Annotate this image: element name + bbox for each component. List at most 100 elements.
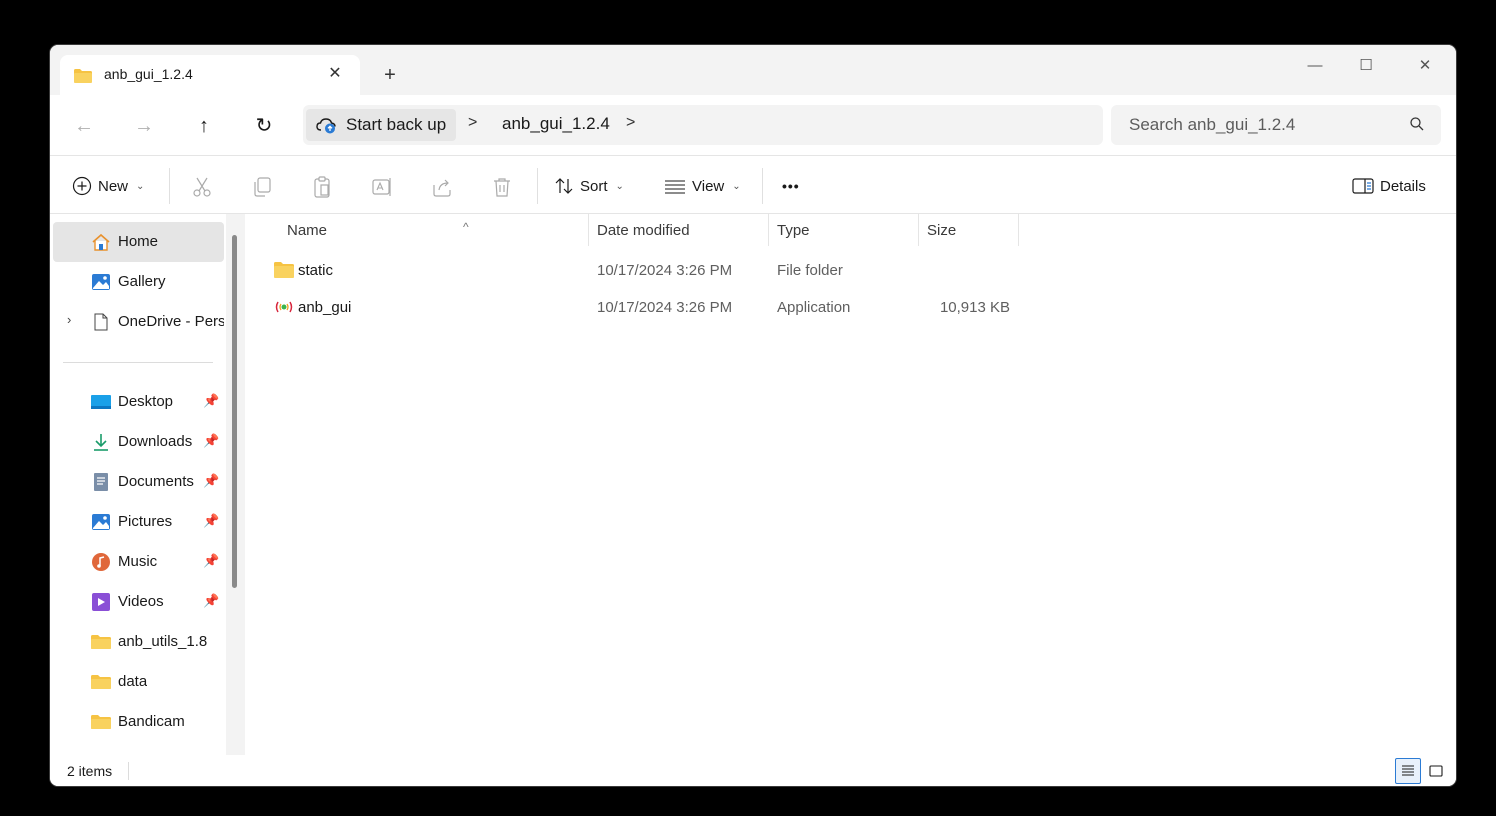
sidebar-item-label: Videos [118,593,164,610]
explorer-window: anb_gui_1.2.4 ✕ + — ☐ ✕ ← → ↑ ↻ Start ba… [50,45,1456,786]
file-type: Application [777,299,851,316]
search-input[interactable] [1111,105,1441,145]
delete-icon[interactable] [490,175,514,199]
details-label: Details [1380,177,1426,195]
column-header-label: Name [287,222,328,239]
back-button[interactable]: ← [69,111,99,141]
cloud-backup-icon [316,118,336,134]
sidebar-item-gallery[interactable]: Gallery [53,262,224,302]
breadcrumb-chevron[interactable]: > [468,114,477,132]
sidebar-item-label: Downloads [118,433,193,450]
start-back-up-label: Start back up [346,115,447,134]
sidebar-item-data[interactable]: data [53,662,224,702]
document-icon [94,313,108,331]
maximize-button[interactable]: ☐ [1343,51,1389,81]
copy-icon[interactable] [250,175,274,199]
column-header-name[interactable]: ^ Name [279,214,589,246]
chevron-down-icon: ⌄ [615,180,624,192]
view-label: View [692,177,725,195]
sidebar-item-home[interactable]: Home [53,222,224,262]
file-list: ^ Name Date modified Type Size static 10… [245,214,1456,755]
forward-button[interactable]: → [129,111,159,141]
column-header-label: Size [927,222,957,239]
minimize-button[interactable]: — [1292,51,1338,81]
sidebar-item-bandicam[interactable]: Bandicam [53,702,224,742]
pin-icon[interactable]: 📌 [203,513,219,529]
search-box[interactable] [1111,105,1441,145]
pictures-icon [92,514,110,530]
title-bar: anb_gui_1.2.4 ✕ + — ☐ ✕ [50,45,1456,95]
tab-close-icon[interactable]: ✕ [324,63,346,85]
sidebar-item-pictures[interactable]: Pictures 📌 [53,502,224,542]
sort-ascending-icon: ^ [463,220,469,234]
sidebar-item-label: Home [118,233,159,250]
view-button[interactable]: View ⌄ [664,172,741,200]
sidebar-item-label: Gallery [118,273,166,290]
pin-icon[interactable]: 📌 [203,593,219,609]
divider [63,362,213,363]
view-icon [665,180,685,194]
rename-icon[interactable] [370,175,394,199]
sidebar-item-label: Pictures [118,513,173,530]
file-row[interactable]: static 10/17/2024 3:26 PM File folder [268,252,1028,288]
sidebar-item-documents[interactable]: Documents 📌 [53,462,224,502]
chevron-down-icon: ⌄ [732,180,741,192]
sidebar-item-onedrive[interactable]: › OneDrive - Perso [53,302,224,342]
column-header-type[interactable]: Type [769,214,919,246]
sidebar-item-label: Bandicam [118,713,185,730]
see-more-button[interactable]: ••• [782,172,800,200]
sidebar-item-desktop[interactable]: Desktop 📌 [53,382,224,422]
close-window-button[interactable]: ✕ [1402,51,1448,81]
documents-icon [94,473,108,491]
download-icon [94,434,108,451]
sidebar-scroll-thumb[interactable] [232,235,237,588]
details-button[interactable]: Details [1352,172,1426,200]
pin-icon[interactable]: 📌 [203,473,219,489]
home-icon [92,233,110,251]
pin-icon[interactable]: 📌 [203,433,219,449]
start-back-up-button[interactable]: Start back up [306,109,457,141]
chevron-down-icon: ⌄ [136,180,145,192]
column-header-date[interactable]: Date modified [589,214,769,246]
file-date: 10/17/2024 3:26 PM [597,299,733,316]
tab-title: anb_gui_1.2.4 [104,66,193,82]
details-view-button[interactable] [1395,758,1421,784]
sidebar-item-anb-utils[interactable]: anb_utils_1.8 [53,622,224,662]
sidebar-item-music[interactable]: Music 📌 [53,542,224,582]
videos-icon [92,593,110,611]
thumbnail-view-icon [1429,765,1443,777]
folder-icon [274,262,294,278]
details-pane-icon [1352,178,1374,194]
tab-anb-gui[interactable]: anb_gui_1.2.4 ✕ [60,55,360,95]
sidebar-item-label: anb_utils_1.8 [118,633,208,650]
share-icon[interactable] [430,175,454,199]
pin-icon[interactable]: 📌 [203,393,219,409]
new-tab-button[interactable]: + [378,63,402,87]
refresh-button[interactable]: ↻ [249,111,279,141]
breadcrumb[interactable]: Start back up > anb_gui_1.2.4 > [303,105,1103,145]
column-header-label: Type [777,222,810,239]
file-name: anb_gui [298,299,352,316]
thumbnails-view-button[interactable] [1423,758,1449,784]
command-bar: New ⌄ Sort ⌄ View ⌄ ••• Details [50,156,1456,214]
sidebar-item-downloads[interactable]: Downloads 📌 [53,422,224,462]
file-date: 10/17/2024 3:26 PM [597,262,733,279]
divider [169,168,170,204]
file-row[interactable]: anb_gui 10/17/2024 3:26 PM Application 1… [268,289,1028,325]
column-header-size[interactable]: Size [919,214,1019,246]
folder-icon [91,635,111,649]
breadcrumb-folder[interactable]: anb_gui_1.2.4 [502,114,610,134]
cut-icon[interactable] [190,175,214,199]
sidebar-item-videos[interactable]: Videos 📌 [53,582,224,622]
music-icon [92,553,110,571]
sort-button[interactable]: Sort ⌄ [554,172,624,200]
pin-icon[interactable]: 📌 [203,553,219,569]
paste-icon[interactable] [310,175,334,199]
sidebar-item-label: Desktop [118,393,174,410]
search-icon [1410,117,1424,131]
file-size: 10,913 KB [939,299,1010,316]
breadcrumb-chevron-end[interactable]: > [626,114,635,132]
new-button[interactable]: New ⌄ [72,172,144,200]
chevron-right-icon[interactable]: › [67,312,71,327]
up-button[interactable]: ↑ [189,111,219,141]
